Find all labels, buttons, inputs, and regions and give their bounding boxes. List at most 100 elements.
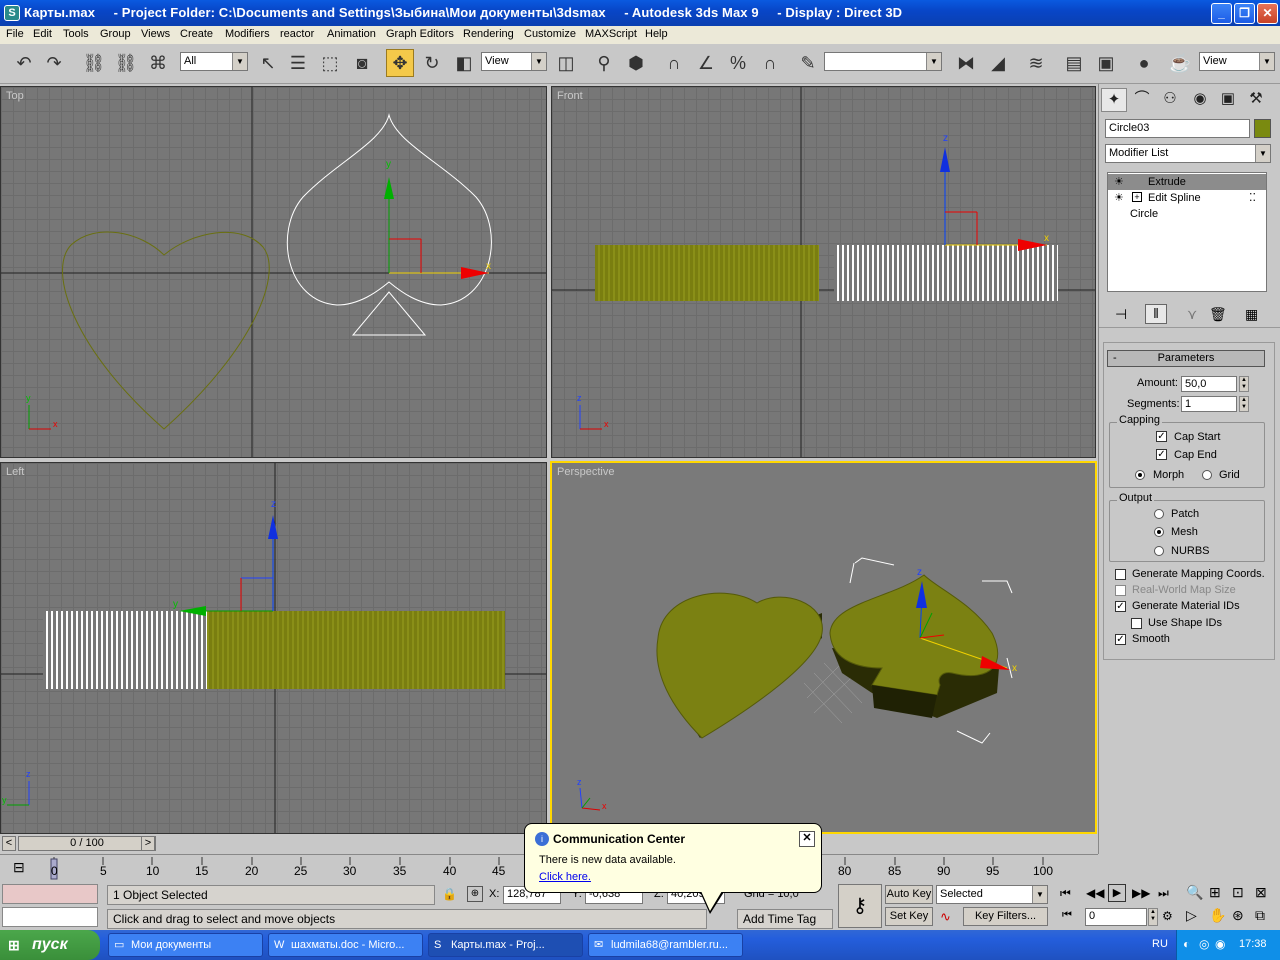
zoom-icon[interactable]: 🔍 bbox=[1186, 884, 1203, 901]
maxscript-listener-pink[interactable] bbox=[2, 884, 98, 904]
auto-key-button[interactable]: Auto Key bbox=[885, 885, 933, 904]
percent-snap-icon[interactable]: % bbox=[724, 49, 752, 77]
arc-rotate-icon[interactable]: ⊛ bbox=[1232, 907, 1244, 924]
window-crossing-icon[interactable]: ◙ bbox=[348, 49, 376, 77]
material-editor-icon[interactable]: ● bbox=[1130, 49, 1158, 77]
amount-spinner[interactable]: 50,0 bbox=[1181, 376, 1237, 392]
time-slider[interactable]: 0 / 100 bbox=[18, 836, 156, 851]
language-indicator[interactable]: RU bbox=[1152, 938, 1168, 950]
taskbar-item-3dsmax[interactable]: S Карты.max - Proj... bbox=[428, 933, 583, 957]
balloon-link[interactable]: Click here. bbox=[539, 871, 591, 883]
time-prev-icon[interactable]: < bbox=[2, 836, 16, 851]
collapse-minus-icon[interactable]: - bbox=[1113, 351, 1117, 366]
menu-modifiers[interactable]: Modifiers bbox=[225, 28, 270, 40]
render-view-dropdown[interactable]: View ▼ bbox=[1199, 52, 1275, 71]
3dsmax-app-icon[interactable]: S bbox=[4, 5, 20, 21]
pivot-center-icon[interactable]: ◫ bbox=[552, 49, 580, 77]
menu-create[interactable]: Create bbox=[180, 28, 213, 40]
keyboard-shortcut-icon[interactable]: ⬢ bbox=[622, 49, 650, 77]
close-button[interactable]: ✕ bbox=[1257, 3, 1278, 24]
field-of-view-icon[interactable]: ▷ bbox=[1186, 907, 1197, 924]
select-and-move-icon[interactable]: ✥ bbox=[386, 49, 414, 77]
zoom-all-icon[interactable]: ⊞ bbox=[1209, 884, 1221, 901]
object-name-field[interactable]: Circle03 bbox=[1105, 119, 1250, 138]
taskbar-item-word[interactable]: W шахматы.doc - Micro... bbox=[268, 933, 423, 957]
undo-icon[interactable]: ↶ bbox=[10, 49, 38, 77]
layer-manager-icon[interactable]: ≋ bbox=[1022, 49, 1050, 77]
stack-item-extrude[interactable]: ☀ Extrude bbox=[1108, 174, 1266, 190]
previous-frame-icon[interactable]: ◀◀ bbox=[1086, 886, 1104, 900]
stack-item-edit-spline[interactable]: ☀ + Edit Spline ⁚⁚ bbox=[1108, 190, 1266, 206]
nurbs-radio[interactable] bbox=[1154, 546, 1164, 556]
lock-selection-icon[interactable]: 🔒 bbox=[442, 887, 457, 901]
curve-editor-icon[interactable]: ▤ bbox=[1060, 49, 1088, 77]
stack-item-circle[interactable]: Circle bbox=[1108, 206, 1266, 222]
menu-reactor[interactable]: reactor bbox=[280, 28, 314, 40]
key-filters-button[interactable]: Key Filters... bbox=[963, 907, 1048, 926]
network-icon[interactable]: ◐ bbox=[1183, 937, 1190, 951]
minimize-button[interactable]: _ bbox=[1211, 3, 1232, 24]
maximize-viewport-icon[interactable]: ⧉ bbox=[1255, 907, 1265, 924]
configure-sets-icon[interactable]: ▦ bbox=[1245, 306, 1258, 323]
modify-tab-icon[interactable]: ⌒ bbox=[1129, 88, 1155, 112]
maxscript-listener-white[interactable] bbox=[2, 907, 98, 927]
named-selection-sets-dropdown[interactable]: ▼ bbox=[824, 52, 942, 71]
patch-radio[interactable] bbox=[1154, 509, 1164, 519]
rectangular-selection-icon[interactable]: ⬚ bbox=[316, 49, 344, 77]
display-tab-icon[interactable]: ▣ bbox=[1215, 88, 1241, 112]
create-tab-icon[interactable]: ✦ bbox=[1101, 88, 1127, 112]
viewport-front[interactable]: Front x z x z bbox=[551, 86, 1096, 458]
menu-file[interactable]: File bbox=[6, 28, 24, 40]
antivirus-icon[interactable]: ◎ bbox=[1199, 937, 1209, 951]
manipulate-icon[interactable]: ⚲ bbox=[590, 49, 618, 77]
menu-animation[interactable]: Animation bbox=[327, 28, 376, 40]
key-tangent-icon[interactable]: ∿ bbox=[940, 909, 951, 925]
taskbar-item-my-documents[interactable]: ▭ Мои документы bbox=[108, 933, 263, 957]
make-unique-icon[interactable]: ⋎ bbox=[1187, 306, 1197, 323]
use-shape-ids-checkbox[interactable] bbox=[1131, 618, 1142, 629]
render-scene-icon[interactable]: ☕ bbox=[1166, 49, 1194, 77]
gen-mapping-checkbox[interactable] bbox=[1115, 569, 1126, 580]
lightbulb-icon[interactable]: ☀ bbox=[1114, 190, 1124, 206]
select-by-name-icon[interactable]: ☰ bbox=[284, 49, 312, 77]
set-key-button[interactable]: Set Key bbox=[885, 907, 933, 926]
pan-hand-icon[interactable]: ✋ bbox=[1209, 907, 1226, 924]
menu-views[interactable]: Views bbox=[141, 28, 170, 40]
utilities-tab-icon[interactable]: ⚒ bbox=[1243, 88, 1269, 112]
absolute-mode-icon[interactable]: ⊕ bbox=[467, 886, 483, 902]
schematic-view-icon[interactable]: ▣ bbox=[1092, 49, 1120, 77]
hierarchy-tab-icon[interactable]: ⚇ bbox=[1157, 88, 1183, 112]
go-to-end-icon[interactable]: ⏭ bbox=[1158, 886, 1169, 901]
key-mode-dropdown[interactable]: Selected ▼ bbox=[936, 885, 1048, 904]
selection-filter-dropdown[interactable]: All ▼ bbox=[180, 52, 248, 71]
play-icon[interactable]: ▶ bbox=[1108, 884, 1126, 902]
menu-edit[interactable]: Edit bbox=[33, 28, 52, 40]
edit-named-selection-icon[interactable]: ✎ bbox=[794, 49, 822, 77]
time-next-icon[interactable]: > bbox=[141, 836, 155, 851]
taskbar-item-mail[interactable]: ✉ ludmila68@rambler.ru... bbox=[588, 933, 743, 957]
align-icon[interactable]: ◢ bbox=[984, 49, 1012, 77]
current-frame-field[interactable]: 0 bbox=[1085, 908, 1147, 926]
menu-group[interactable]: Group bbox=[100, 28, 131, 40]
reference-coordinate-dropdown[interactable]: View ▼ bbox=[481, 52, 547, 71]
snap-toggle-icon[interactable]: ∩ bbox=[660, 49, 688, 77]
balloon-close-icon[interactable]: ✕ bbox=[799, 831, 815, 847]
select-and-rotate-icon[interactable]: ↻ bbox=[418, 49, 446, 77]
maximize-button[interactable]: ❐ bbox=[1234, 3, 1255, 24]
volume-icon[interactable]: ◉ bbox=[1215, 937, 1225, 951]
motion-tab-icon[interactable]: ◉ bbox=[1187, 88, 1213, 112]
parameters-rollout-header[interactable]: - Parameters bbox=[1107, 350, 1265, 367]
set-key-big-icon[interactable]: ⚷ bbox=[838, 884, 882, 928]
grid-radio[interactable] bbox=[1202, 470, 1212, 480]
show-end-result-icon[interactable]: ‖ bbox=[1145, 304, 1167, 324]
segments-spinner-arrows[interactable]: ▲ ▼ bbox=[1239, 396, 1249, 412]
menu-tools[interactable]: Tools bbox=[63, 28, 89, 40]
select-and-scale-icon[interactable]: ◧ bbox=[450, 49, 478, 77]
start-button[interactable]: ⊞ пуск bbox=[0, 930, 100, 960]
menu-rendering[interactable]: Rendering bbox=[463, 28, 514, 40]
add-time-tag-button[interactable]: Add Time Tag bbox=[737, 909, 833, 929]
amount-spinner-arrows[interactable]: ▲ ▼ bbox=[1239, 376, 1249, 392]
morph-radio[interactable] bbox=[1135, 470, 1145, 480]
viewport-top[interactable]: Top x y x y bbox=[0, 86, 547, 458]
select-link-icon[interactable]: ⛓ bbox=[80, 49, 108, 77]
